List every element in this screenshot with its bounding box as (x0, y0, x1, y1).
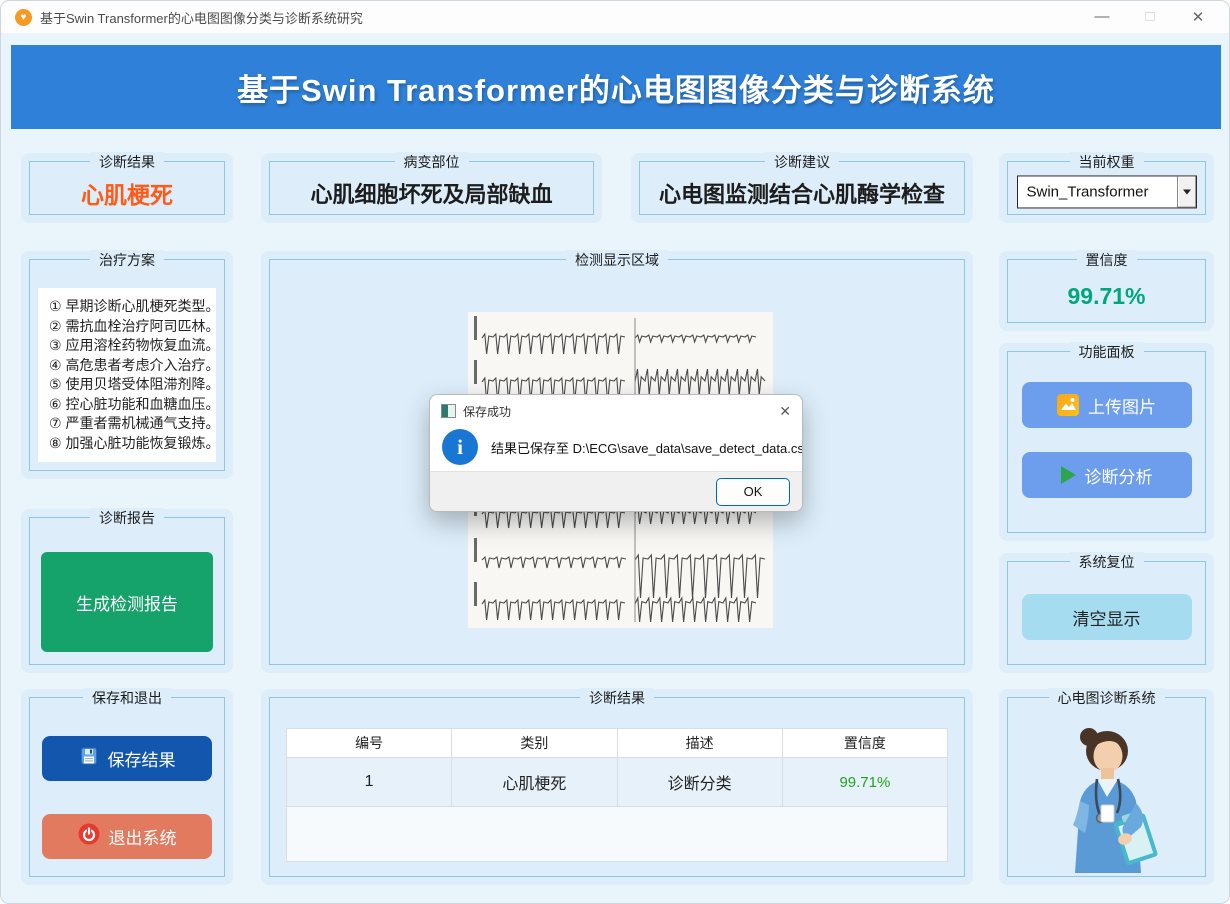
dialog-close-icon[interactable]: ✕ (779, 403, 791, 420)
diagnosis-result-value: 心肌梗死 (30, 172, 224, 214)
treatment-item: ⑦ 严重者需机械通气支持。 (49, 414, 216, 434)
confidence-legend: 置信度 (1077, 250, 1137, 270)
power-icon (78, 823, 100, 850)
minimize-button[interactable]: — (1093, 8, 1111, 26)
panel-lesion: 病变部位 心肌细胞坏死及局部缺血 (261, 153, 602, 223)
info-icon: i (442, 429, 478, 465)
weight-selected-value: Swin_Transformer (1018, 183, 1177, 200)
treatment-item: ⑧ 加强心脏功能恢复锻炼。 (49, 434, 216, 454)
page-title: 基于Swin Transformer的心电图图像分类与诊断系统 (237, 65, 995, 110)
app-heart-icon: ♥ (15, 9, 32, 26)
upload-image-label: 上传图片 (1088, 393, 1156, 418)
treatment-list: ① 早期诊断心肌梗死类型。 ② 需抗血栓治疗阿司匹林。 ③ 应用溶栓药物恢复血流… (38, 288, 216, 462)
clear-display-label: 清空显示 (1073, 605, 1141, 630)
lesion-legend: 病变部位 (395, 152, 469, 172)
treatment-item: ④ 高危患者考虑介入治疗。 (49, 356, 216, 376)
table-cell-confidence: 99.71% (783, 758, 947, 806)
exit-system-label: 退出系统 (109, 824, 177, 849)
table-cell-class: 心肌梗死 (452, 758, 617, 806)
dialog-title: 保存成功 (463, 403, 511, 420)
results-table-legend: 诊断结果 (580, 688, 654, 708)
dialog-titlebar: 保存成功 ✕ (430, 395, 802, 427)
treatment-item: ① 早期诊断心肌梗死类型。 (49, 297, 216, 317)
treatment-item: ⑥ 控心脏功能和血糖血压。 (49, 395, 216, 415)
treatment-item: ② 需抗血栓治疗阿司匹林。 (49, 317, 216, 337)
diagnosis-result-legend: 诊断结果 (90, 152, 164, 172)
play-icon (1061, 466, 1076, 484)
floppy-disk-icon (79, 746, 99, 771)
save-results-button[interactable]: 保存结果 (42, 736, 212, 781)
window-title: 基于Swin Transformer的心电图图像分类与诊断系统研究 (40, 8, 363, 27)
reset-legend: 系统复位 (1070, 552, 1144, 572)
ok-button[interactable]: OK (716, 478, 790, 506)
advice-value: 心电图监测结合心肌酶学检查 (640, 172, 964, 214)
table-header-confidence: 置信度 (783, 729, 947, 757)
save-exit-legend: 保存和退出 (83, 688, 171, 708)
save-results-label: 保存结果 (108, 746, 176, 771)
treatment-item: ⑤ 使用贝塔受体阻滞剂降。 (49, 375, 216, 395)
table-header-description: 描述 (618, 729, 783, 757)
diagnose-button[interactable]: 诊断分析 (1022, 452, 1192, 498)
panel-results-table: 诊断结果 编号 类别 描述 置信度 1 心肌梗死 诊断分类 99.71% (261, 689, 973, 885)
maximize-button[interactable]: □ (1141, 8, 1159, 26)
panel-treatment: 治疗方案 ① 早期诊断心肌梗死类型。 ② 需抗血栓治疗阿司匹林。 ③ 应用溶栓药… (21, 251, 233, 479)
treatment-legend: 治疗方案 (90, 250, 164, 270)
save-success-dialog: 保存成功 ✕ i 结果已保存至 D:\ECG\save_data\save_de… (429, 394, 803, 512)
mascot-legend: 心电图诊断系统 (1049, 688, 1165, 708)
diagnose-label: 诊断分析 (1085, 463, 1153, 488)
header-banner: 基于Swin Transformer的心电图图像分类与诊断系统 (11, 45, 1221, 129)
upload-image-button[interactable]: 上传图片 (1022, 382, 1192, 428)
treatment-item: ③ 应用溶栓药物恢复血流。 (49, 336, 216, 356)
panel-advice: 诊断建议 心电图监测结合心肌酶学检查 (631, 153, 973, 223)
table-cell-id: 1 (287, 758, 452, 806)
panel-mascot: 心电图诊断系统 (999, 689, 1214, 885)
weight-select[interactable]: Swin_Transformer (1017, 175, 1197, 208)
table-header-id: 编号 (287, 729, 452, 757)
generate-report-label: 生成检测报告 (76, 590, 178, 615)
panel-weight: 当前权重 Swin_Transformer (999, 153, 1214, 223)
weight-dropdown-button[interactable] (1177, 176, 1196, 207)
advice-legend: 诊断建议 (765, 152, 839, 172)
dialog-app-icon (441, 404, 456, 418)
close-button[interactable]: ✕ (1189, 8, 1207, 26)
generate-report-button[interactable]: 生成检测报告 (41, 552, 213, 652)
table-header-row: 编号 类别 描述 置信度 (287, 729, 947, 758)
table-cell-description: 诊断分类 (618, 758, 783, 806)
table-header-class: 类别 (452, 729, 617, 757)
results-table: 编号 类别 描述 置信度 1 心肌梗死 诊断分类 99.71% (286, 728, 948, 862)
window-titlebar: ♥ 基于Swin Transformer的心电图图像分类与诊断系统研究 — □ … (1, 1, 1229, 33)
lesion-value: 心肌细胞坏死及局部缺血 (270, 172, 593, 214)
exit-system-button[interactable]: 退出系统 (42, 814, 212, 859)
table-row[interactable]: 1 心肌梗死 诊断分类 99.71% (287, 758, 947, 807)
weight-legend: 当前权重 (1070, 152, 1144, 172)
picture-icon (1057, 394, 1079, 416)
panel-save-exit: 保存和退出 保存结果 (21, 689, 233, 885)
dialog-footer: OK (430, 471, 802, 511)
panel-diagnosis-result: 诊断结果 心肌梗死 (21, 153, 233, 223)
clear-display-button[interactable]: 清空显示 (1022, 594, 1192, 640)
report-legend: 诊断报告 (90, 508, 164, 528)
app-window: ♥ 基于Swin Transformer的心电图图像分类与诊断系统研究 — □ … (0, 0, 1230, 904)
nurse-illustration (1008, 724, 1205, 870)
panel-report: 诊断报告 生成检测报告 (21, 509, 233, 673)
panel-reset: 系统复位 清空显示 (999, 553, 1214, 673)
display-legend: 检测显示区域 (566, 250, 668, 270)
panel-functions: 功能面板 上传图片 诊断分析 (999, 343, 1214, 541)
dialog-message: 结果已保存至 D:\ECG\save_data\save_detect_data… (491, 438, 803, 457)
panel-confidence: 置信度 99.71% (999, 251, 1214, 331)
chevron-down-icon (1183, 189, 1191, 194)
confidence-value: 99.71% (1008, 270, 1205, 322)
functions-legend: 功能面板 (1070, 342, 1144, 362)
